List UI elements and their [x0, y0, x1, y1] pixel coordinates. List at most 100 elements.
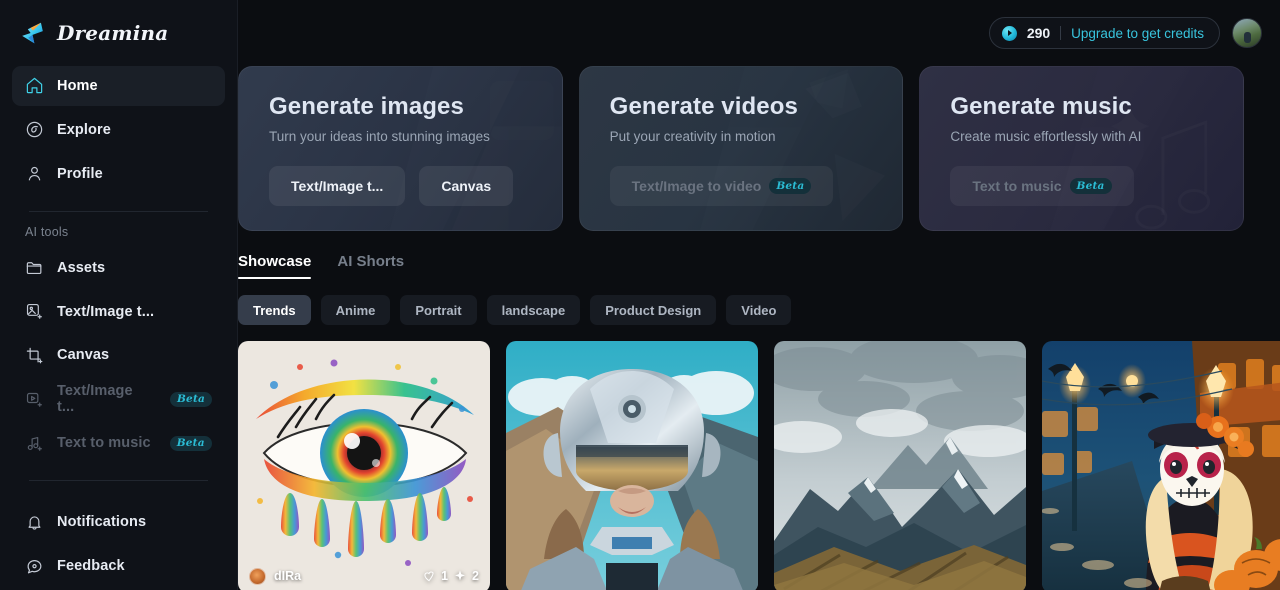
- beta-badge: Beta: [769, 178, 812, 194]
- sidebar-item-home[interactable]: Home: [12, 65, 225, 106]
- sidebar-item-explore-label: Explore: [57, 121, 111, 138]
- hero-buttons: Text/Image to video Beta: [609, 166, 903, 206]
- sidebar-item-feedback[interactable]: Feedback: [12, 546, 225, 586]
- sidebar-item-profile-label: Profile: [57, 165, 103, 182]
- tab-showcase[interactable]: Showcase: [238, 253, 312, 279]
- beta-badge: Beta: [169, 435, 212, 452]
- sidebar-item-profile[interactable]: Profile: [12, 154, 225, 194]
- showcase-card[interactable]: [1042, 341, 1280, 590]
- chip-video[interactable]: Video: [726, 295, 792, 325]
- chip-anime[interactable]: Anime: [320, 295, 391, 325]
- sidebar-item-text-to-music[interactable]: Text to music Beta: [12, 423, 225, 463]
- hero-button-text-image-to-video[interactable]: Text/Image to video Beta: [609, 166, 834, 206]
- hero-buttons: Text to music Beta: [950, 166, 1243, 206]
- topbar: 290 Upgrade to get credits: [238, 0, 1280, 66]
- avatar[interactable]: [1232, 18, 1262, 48]
- music-sparkle-icon: [25, 434, 44, 453]
- brand[interactable]: Dreamina: [12, 0, 225, 66]
- hero-button-label: Text/Image t...: [291, 178, 384, 194]
- artwork-halloween-sugar-skull-girl: [1042, 341, 1280, 590]
- video-sparkle-icon: [25, 390, 44, 409]
- hero-button-text-to-music[interactable]: Text to music Beta: [950, 166, 1134, 206]
- showcase-card[interactable]: dIRa 1 2: [238, 341, 490, 590]
- hero-title: Generate images: [269, 93, 464, 120]
- sidebar-item-canvas-label: Canvas: [57, 347, 110, 364]
- compass-icon: [25, 120, 44, 139]
- hero-card-generate-images[interactable]: Generate images Turn your ideas into stu…: [238, 66, 563, 231]
- chip-label: Trends: [253, 302, 296, 318]
- app-root: Dreamina Home Explore Profile AI tools A…: [0, 0, 1280, 590]
- chip-landscape[interactable]: landscape: [486, 295, 581, 325]
- remix-count: 2: [472, 569, 479, 583]
- upgrade-link[interactable]: Upgrade to get credits: [1071, 26, 1204, 41]
- artwork-rainbow-watercolor-eye: [238, 341, 490, 590]
- sidebar-item-text-image-to-video[interactable]: Text/Image t... Beta: [12, 379, 225, 419]
- hero-buttons: Text/Image t... Canvas: [269, 166, 562, 206]
- tab-ai-shorts-label: AI Shorts: [337, 253, 405, 270]
- canvas-frame-icon: [25, 346, 44, 365]
- heart-icon: [424, 571, 434, 582]
- sidebar-item-text-image-to-image[interactable]: Text/Image t...: [12, 292, 225, 332]
- main-content: 290 Upgrade to get credits Generate imag…: [238, 0, 1280, 590]
- beta-badge: Beta: [1069, 178, 1112, 194]
- bell-icon: [25, 513, 44, 532]
- showcase-card[interactable]: [506, 341, 758, 590]
- sidebar-item-assets[interactable]: Assets: [12, 248, 225, 288]
- chat-feedback-icon: [25, 557, 44, 576]
- hero-subtitle: Create music effortlessly with AI: [950, 129, 1142, 144]
- hero-title: Generate videos: [609, 93, 798, 120]
- sidebar-item-explore[interactable]: Explore: [12, 110, 225, 150]
- credits-pill[interactable]: 290 Upgrade to get credits: [988, 17, 1220, 49]
- artwork-sci-fi-helmet-woman: [506, 341, 758, 590]
- chip-label: landscape: [501, 302, 566, 318]
- content-tabs: Showcase AI Shorts: [238, 231, 1262, 279]
- tab-ai-shorts[interactable]: AI Shorts: [337, 253, 404, 279]
- sidebar-item-feedback-label: Feedback: [57, 558, 125, 575]
- brand-name: Dreamina: [57, 20, 169, 45]
- sidebar-item-notifications[interactable]: Notifications: [12, 502, 225, 542]
- image-sparkle-icon: [25, 302, 44, 321]
- card-stats: 1 2: [422, 569, 479, 583]
- hero-subtitle: Turn your ideas into stunning images: [269, 129, 490, 144]
- hero-card-row: Generate images Turn your ideas into stu…: [238, 66, 1262, 231]
- sidebar-item-home-label: Home: [57, 77, 98, 94]
- hero-button-text-image[interactable]: Text/Image t...: [269, 166, 406, 206]
- hero-card-generate-music[interactable]: Generate music Create music effortlessly…: [919, 66, 1245, 231]
- sidebar-item-assets-label: Assets: [57, 259, 106, 276]
- sidebar-item-canvas[interactable]: Canvas: [12, 335, 225, 375]
- main-body: Generate images Turn your ideas into stu…: [238, 66, 1280, 590]
- chip-portrait[interactable]: Portrait: [400, 295, 477, 325]
- chip-label: Video: [741, 302, 777, 318]
- user-icon: [25, 164, 44, 183]
- hero-button-label: Canvas: [441, 178, 492, 194]
- sidebar-item-text-image-label: Text/Image t...: [57, 303, 155, 320]
- sidebar-section-ai-tools: AI tools: [25, 224, 69, 239]
- author-name: dIRa: [274, 569, 302, 583]
- beta-badge: Beta: [169, 391, 212, 408]
- hero-button-canvas[interactable]: Canvas: [419, 166, 514, 206]
- credits-separator: [1060, 26, 1062, 40]
- credits-count: 290: [1026, 25, 1051, 41]
- card-footer: dIRa 1 2: [238, 559, 490, 590]
- chip-label: Portrait: [415, 302, 462, 318]
- like-count: 1: [441, 569, 449, 583]
- showcase-grid: dIRa 1 2: [238, 341, 1280, 590]
- hero-title: Generate music: [950, 93, 1132, 120]
- dreamina-arrow-logo-icon: [17, 18, 48, 48]
- chip-label: Anime: [335, 302, 376, 318]
- sidebar-divider-bottom: [29, 480, 208, 482]
- hero-button-label: Text/Image to video: [631, 178, 762, 194]
- sidebar: Dreamina Home Explore Profile AI tools A…: [0, 0, 238, 590]
- hero-subtitle: Put your creativity in motion: [609, 129, 776, 144]
- author-avatar: [249, 567, 266, 585]
- sidebar-item-text-image-video-label: Text/Image t...: [57, 383, 133, 416]
- chip-trends[interactable]: Trends: [238, 295, 311, 325]
- hero-card-generate-videos[interactable]: Generate videos Put your creativity in m…: [578, 66, 904, 231]
- hero-button-label: Text to music: [972, 178, 1062, 194]
- chip-label: Product Design: [605, 302, 702, 318]
- sidebar-divider-top: [29, 210, 208, 212]
- chip-product-design[interactable]: Product Design: [590, 295, 717, 325]
- showcase-card[interactable]: [774, 341, 1026, 590]
- credit-coin-icon: [1001, 25, 1017, 41]
